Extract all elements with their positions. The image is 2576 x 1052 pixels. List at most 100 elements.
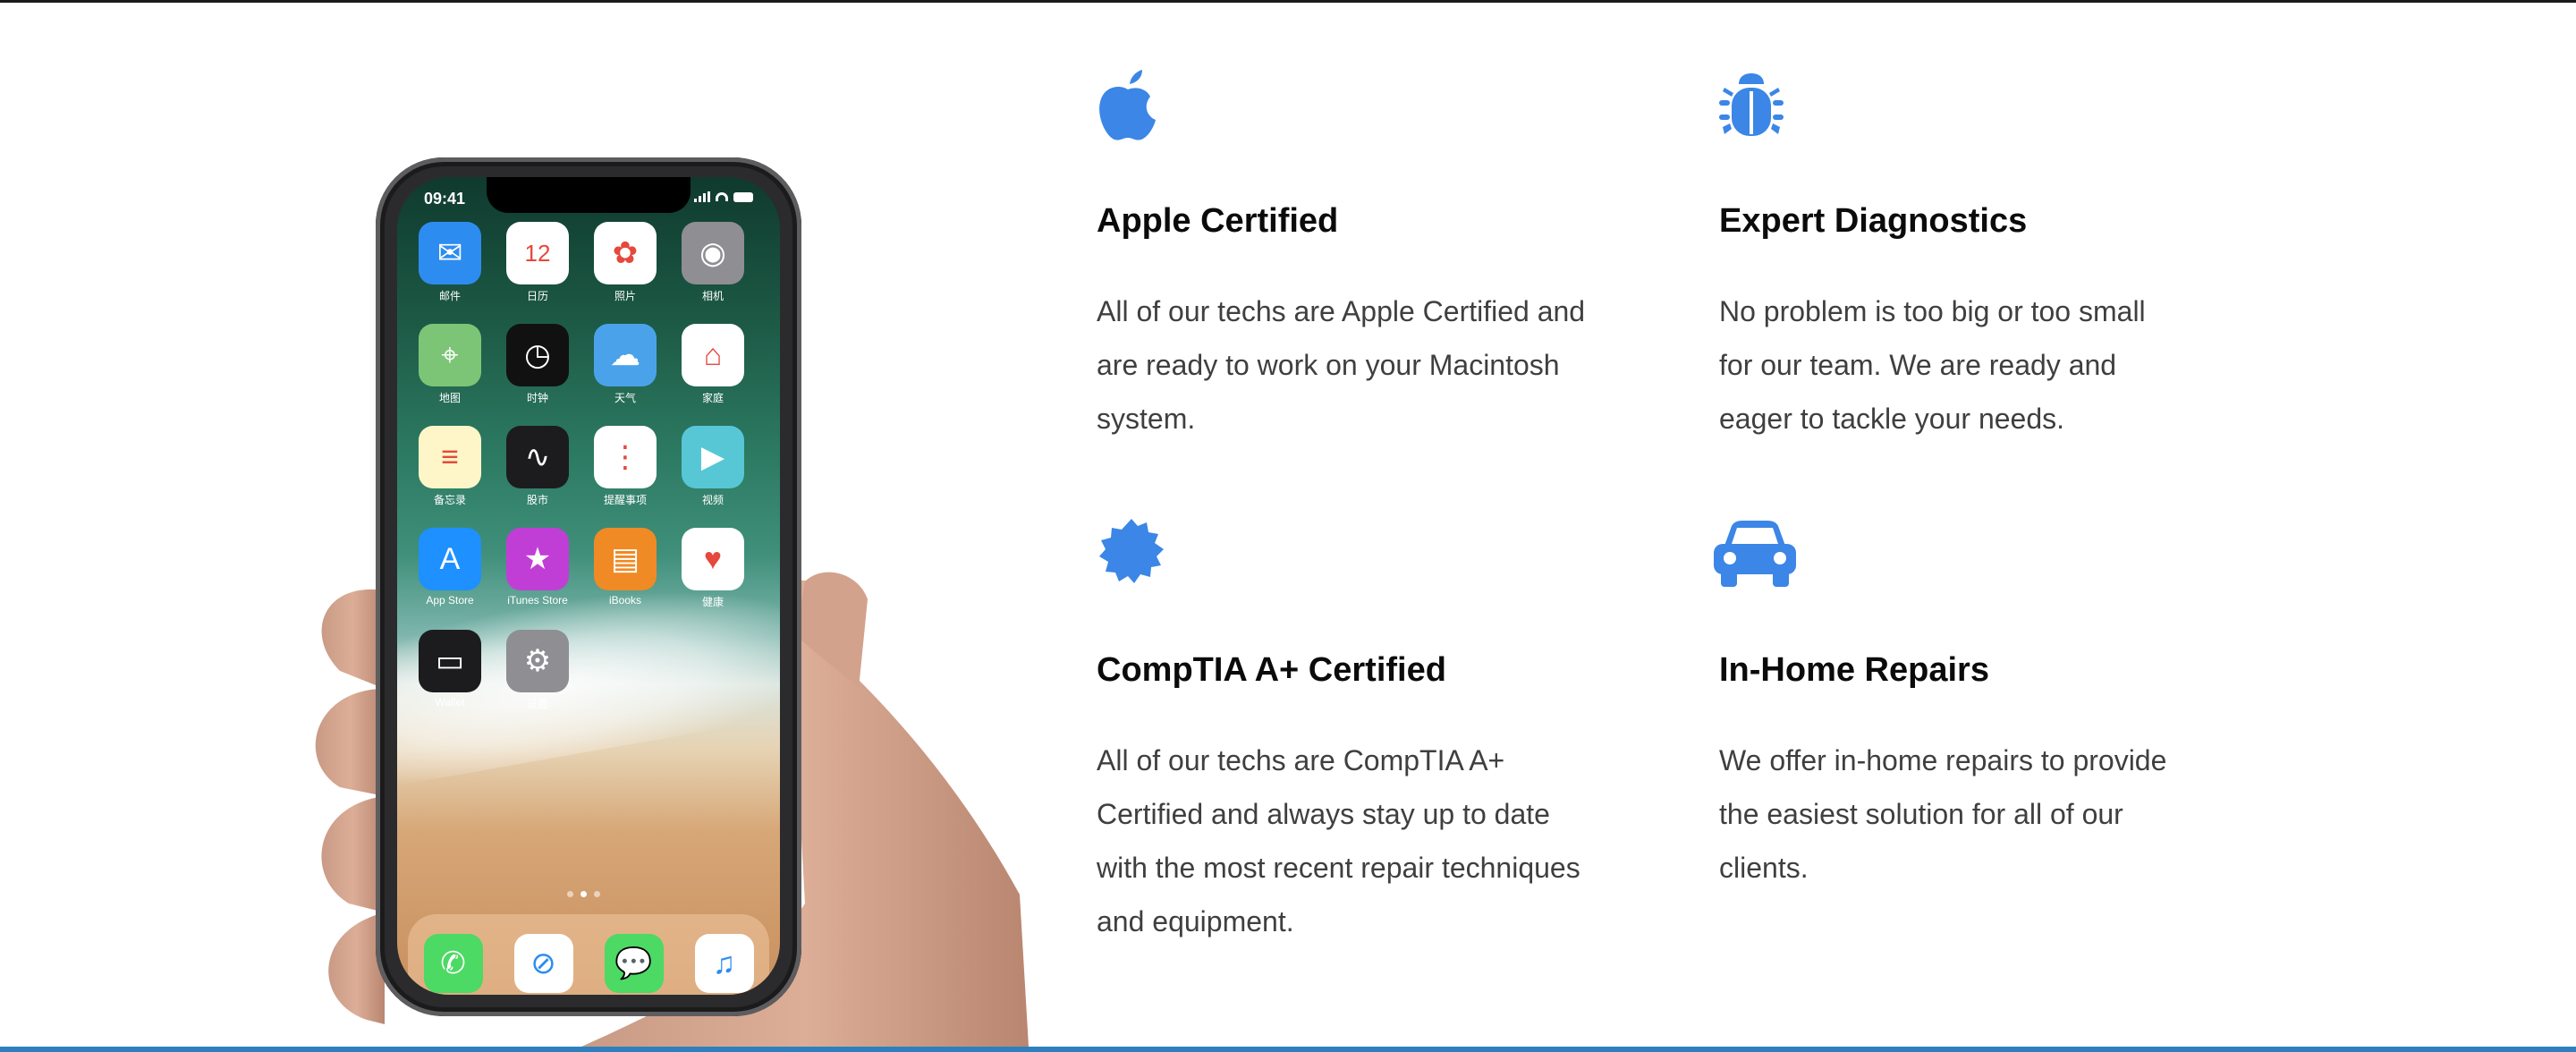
- feature-description: All of our techs are CompTIA A+ Certifie…: [1097, 734, 1580, 948]
- phone-illustration: 09:41 ✉ 邮件 12 日历 ✿ 照片 ◉ 相机 ⌖ 地图 ◷ 时钟 ☁ 天气 ⌂ 家庭 ≡ 备忘录 ∿ 股市 ⋮ 提…: [286, 152, 1029, 1047]
- app-glyph: ✆: [440, 946, 466, 980]
- app-label: 时钟: [526, 392, 548, 404]
- feature-title: Expert Diagnostics: [1719, 202, 2028, 240]
- app-glyph: ◷: [524, 338, 551, 372]
- phone-screen: 09:41 ✉ 邮件 12 日历 ✿ 照片 ◉ 相机 ⌖ 地图 ◷ 时钟 ☁ 天气 ⌂ 家庭 ≡ 备忘录 ∿ 股市 ⋮ 提…: [397, 177, 780, 995]
- feature-description: No problem is too big or too small for o…: [1719, 284, 2146, 445]
- feature-description-line: clients.: [1719, 852, 1809, 884]
- app-glyph: ≡: [441, 439, 459, 474]
- mail-icon: ✉ 邮件: [419, 222, 481, 302]
- phone-icon: ✆: [423, 934, 483, 993]
- app-glyph: ⊘: [530, 946, 556, 980]
- feature-apple-certified: Apple Certified All of our techs are App…: [1097, 70, 1633, 445]
- app-glyph: ◉: [699, 236, 726, 270]
- car-icon: [1714, 521, 1796, 587]
- app-glyph: ▶: [700, 440, 725, 474]
- phone-dock: ✆ ⊘ 💬 ♫: [408, 914, 769, 995]
- feature-expert-diagnostics: Expert Diagnostics No problem is too big…: [1719, 70, 2256, 445]
- camera-icon: ◉ 相机: [682, 222, 744, 302]
- apple-icon: [1099, 70, 1156, 140]
- feature-description-line: system.: [1097, 403, 1196, 435]
- app-glyph: ⚙: [523, 644, 552, 678]
- app-label: Wallet: [435, 696, 465, 708]
- feature-description: We offer in-home repairs to provide the …: [1719, 734, 2166, 895]
- app-label: 视频: [701, 494, 724, 506]
- app-label: 备忘录: [433, 494, 466, 506]
- app-glyph: ✉: [436, 236, 463, 270]
- feature-in-home-repairs: In-Home Repairs We offer in-home repairs…: [1712, 519, 2249, 895]
- feature-description-line: eager to tackle your needs.: [1719, 403, 2065, 435]
- video-icon: ▶ 视频: [682, 426, 744, 506]
- battery-icon: [733, 191, 753, 202]
- clock-icon: ◷ 时钟: [506, 324, 569, 404]
- app-glyph: ♥: [703, 541, 723, 576]
- feature-description-line: for our team. We are ready and: [1719, 349, 2117, 381]
- itunes-store-icon: ★ iTunes Store: [506, 528, 569, 607]
- feature-title: In-Home Repairs: [1719, 651, 1989, 689]
- feature-title: Apple Certified: [1097, 202, 1339, 240]
- badge-icon: [1099, 519, 1164, 583]
- app-label: 邮件: [438, 290, 461, 302]
- feature-description-line: All of our techs are Apple Certified and: [1097, 295, 1586, 327]
- music-icon: ♫: [694, 934, 754, 993]
- app-label: iTunes Store: [507, 594, 568, 607]
- feature-description-line: All of our techs are CompTIA A+: [1097, 744, 1505, 776]
- app-glyph: ∿: [524, 440, 551, 474]
- ibooks-icon: ▤ iBooks: [594, 528, 657, 607]
- iphone-device: 09:41 ✉ 邮件 12 日历 ✿ 照片 ◉ 相机 ⌖ 地图 ◷ 时钟 ☁ 天气 ⌂ 家庭 ≡ 备忘录 ∿ 股市 ⋮ 提…: [376, 157, 801, 1016]
- feature-comptia-certified: CompTIA A+ Certified All of our techs ar…: [1097, 519, 1633, 966]
- app-label: App Store: [426, 594, 474, 607]
- app-label: 照片: [614, 290, 636, 302]
- app-label: 设置: [526, 698, 548, 710]
- settings-icon: ⚙ 设置: [506, 630, 569, 710]
- wifi-icon: [716, 192, 728, 201]
- photos-icon: ✿ 照片: [594, 222, 657, 302]
- app-store-icon: A App Store: [419, 528, 481, 607]
- app-glyph: ⋮: [610, 440, 640, 474]
- calendar-icon: 12 日历: [506, 222, 569, 302]
- health-icon: ♥ 健康: [682, 528, 744, 608]
- app-label: 地图: [438, 392, 461, 404]
- app-glyph: 💬: [614, 946, 653, 980]
- feature-description-line: with the most recent repair techniques: [1097, 852, 1580, 884]
- notes-icon: ≡ 备忘录: [419, 426, 481, 506]
- messages-icon: 💬: [604, 934, 664, 993]
- app-label: 天气: [614, 392, 636, 404]
- top-divider: [0, 0, 2576, 3]
- app-label: 提醒事项: [603, 494, 647, 506]
- app-glyph: ⌖: [441, 337, 459, 372]
- bug-icon: [1719, 73, 1784, 136]
- app-grid: ✉ 邮件 12 日历 ✿ 照片 ◉ 相机 ⌖ 地图 ◷ 时钟 ☁ 天气 ⌂ 家庭 ≡ 备忘录 ∿ 股市 ⋮ 提醒事项 ▶ 视频…: [419, 222, 758, 710]
- app-glyph: A: [439, 541, 461, 576]
- app-label: iBooks: [608, 594, 642, 607]
- wallet-icon: ▭ Wallet: [419, 630, 481, 708]
- status-time: 09:41: [424, 190, 466, 208]
- app-label: 家庭: [701, 392, 724, 404]
- app-label: 相机: [701, 290, 724, 302]
- app-label: 股市: [526, 494, 548, 506]
- app-label: 日历: [526, 290, 548, 302]
- home-icon: ⌂ 家庭: [682, 324, 744, 404]
- app-glyph: ▤: [610, 542, 640, 576]
- app-glyph: ✿: [612, 236, 639, 270]
- app-glyph: 12: [524, 239, 551, 267]
- feature-description-line: We offer in-home repairs to provide: [1719, 744, 2167, 776]
- stocks-icon: ∿ 股市: [506, 426, 569, 506]
- feature-description-line: and equipment.: [1097, 905, 1294, 937]
- feature-description-line: Certified and always stay up to date: [1097, 798, 1550, 830]
- app-glyph: ★: [523, 542, 552, 576]
- reminders-icon: ⋮ 提醒事项: [594, 426, 657, 506]
- phone-notch: [487, 177, 691, 213]
- bottom-divider: [0, 1047, 2576, 1052]
- safari-icon: ⊘: [513, 934, 573, 993]
- app-glyph: ⌂: [703, 337, 723, 372]
- feature-title: CompTIA A+ Certified: [1097, 651, 1446, 689]
- feature-description: All of our techs are Apple Certified and…: [1097, 284, 1585, 445]
- maps-icon: ⌖ 地图: [419, 324, 481, 404]
- feature-description-line: the easiest solution for all of our: [1719, 798, 2123, 830]
- weather-icon: ☁ 天气: [594, 324, 657, 404]
- signal-icon: [694, 191, 710, 202]
- page-indicator: [567, 891, 600, 897]
- app-label: 健康: [701, 596, 724, 608]
- app-glyph: ☁: [610, 338, 640, 372]
